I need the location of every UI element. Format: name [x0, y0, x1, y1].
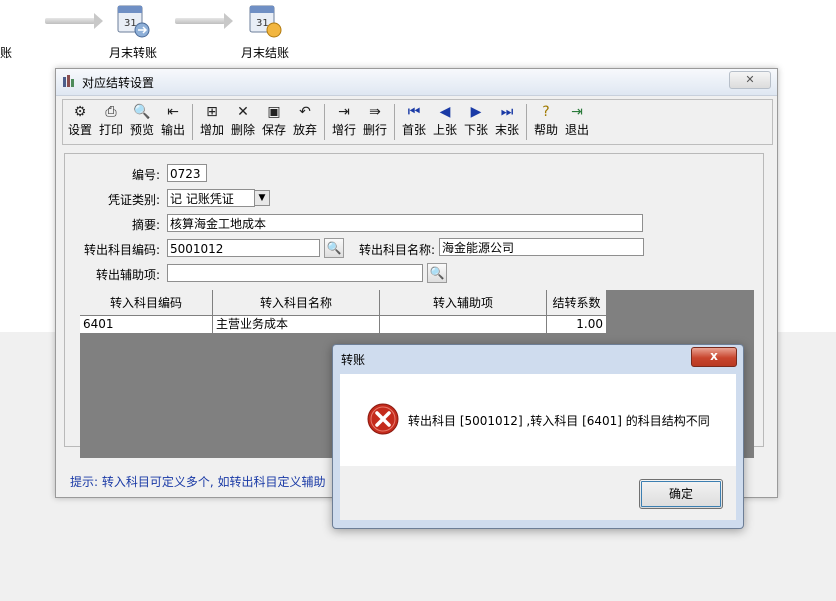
grid-header-name[interactable]: 转入科目名称	[213, 290, 380, 316]
delete-row-button[interactable]: ⇛ 删行	[360, 102, 390, 142]
svg-text:31: 31	[124, 18, 137, 29]
workflow-left-partial-label: 账	[0, 46, 13, 60]
toolbar: ⚙ 设置 ⎙ 打印 🔍 预览 ⇤ 输出 ⊞ 增加 ✕ 删除 ▣ 保存 ↶ 放弃 ⇥ 增行 ⇛ 删行 …	[62, 99, 773, 145]
summary-input[interactable]: 核算海金工地成本	[167, 214, 643, 232]
summary-label: 摘要:	[131, 218, 160, 232]
table-cell-code[interactable]: 6401	[80, 316, 213, 334]
month-end-transfer-icon[interactable]: 31	[115, 2, 151, 40]
first-record-button[interactable]: ⏮ 首张	[399, 102, 429, 142]
grid-header-code[interactable]: 转入科目编码	[80, 290, 213, 316]
dialog-body: 转出科目 [5001012] ,转入科目 [6401] 的科目结构不同	[340, 374, 736, 466]
toolbar-separator	[526, 104, 527, 140]
window-titlebar[interactable]: 对应结转设置 ✕	[56, 69, 777, 96]
workflow-arrow	[45, 13, 103, 29]
hint-text: 提示: 转入科目可定义多个, 如转出科目定义辅助	[70, 475, 326, 489]
undo-icon: ↶	[299, 104, 311, 120]
month-end-close-icon[interactable]: 31	[247, 2, 283, 40]
last-icon: ⏭	[500, 104, 514, 120]
last-record-button[interactable]: ⏭ 末张	[492, 102, 522, 142]
toolbar-separator	[324, 104, 325, 140]
out-account-name-label: 转出科目名称:	[358, 243, 435, 257]
insert-row-icon: ⇥	[338, 104, 350, 120]
add-row-button[interactable]: ⇥ 增行	[329, 102, 359, 142]
save-button[interactable]: ▣ 保存	[259, 102, 289, 142]
svg-text:31: 31	[256, 18, 269, 29]
error-icon	[367, 403, 399, 435]
out-account-code-input[interactable]: 5001012	[167, 239, 320, 257]
help-icon: ?	[542, 104, 550, 120]
dialog-message: 转出科目 [5001012] ,转入科目 [6401] 的科目结构不同	[408, 414, 710, 428]
out-aux-label: 转出辅助项:	[95, 268, 160, 282]
out-aux-input[interactable]	[167, 264, 423, 282]
next-record-button[interactable]: ▶ 下张	[461, 102, 491, 142]
transfer-error-dialog: 转账 x 转出科目 [5001012] ,转入科目 [6401] 的科目结构不同…	[332, 344, 744, 529]
first-icon: ⏮	[407, 104, 421, 120]
prev-record-button[interactable]: ◀ 上张	[430, 102, 460, 142]
code-label: 编号:	[131, 168, 160, 182]
add-button[interactable]: ⊞ 增加	[197, 102, 227, 142]
search-icon[interactable]: 🔍	[427, 263, 447, 283]
export-icon: ⇤	[167, 104, 179, 120]
exit-icon: ⇥	[571, 104, 583, 120]
dialog-close-button[interactable]: x	[691, 347, 737, 367]
ok-button[interactable]: 确定	[639, 479, 723, 509]
help-button[interactable]: ? 帮助	[531, 102, 561, 142]
discard-button[interactable]: ↶ 放弃	[290, 102, 320, 142]
table-cell-aux[interactable]	[380, 316, 547, 334]
window-close-button[interactable]: ✕	[729, 71, 771, 89]
next-icon: ▶	[470, 104, 482, 120]
toolbar-separator	[394, 104, 395, 140]
preview-icon: 🔍	[133, 104, 151, 120]
settings-icon: ⚙	[73, 104, 87, 120]
table-cell-name[interactable]: 主营业务成本	[213, 316, 380, 334]
dialog-footer: 确定	[340, 466, 736, 520]
table-cell-coef[interactable]: 1.00	[547, 316, 607, 334]
new-document-icon: ⊞	[206, 104, 218, 120]
exit-button[interactable]: ⇥ 退出	[562, 102, 592, 142]
voucher-type-select[interactable]: 记 记账凭证	[167, 189, 255, 207]
chevron-down-icon[interactable]: ▼	[254, 190, 270, 206]
toolbar-separator	[192, 104, 193, 140]
delete-row-icon: ⇛	[369, 104, 381, 120]
delete-button[interactable]: ✕ 删除	[228, 102, 258, 142]
out-account-code-label: 转出科目编码:	[83, 243, 160, 257]
workflow-step-transfer-label[interactable]: 月末转账	[88, 44, 178, 61]
grid-header-coef[interactable]: 结转系数	[547, 290, 607, 316]
export-button[interactable]: ⇤ 输出	[158, 102, 188, 142]
delete-icon: ✕	[237, 104, 249, 120]
save-icon: ▣	[267, 104, 281, 120]
preview-button[interactable]: 🔍 预览	[127, 102, 157, 142]
printer-icon: ⎙	[105, 104, 117, 120]
workflow-arrow	[175, 13, 233, 29]
search-icon[interactable]: 🔍	[324, 238, 344, 258]
code-input[interactable]: 0723	[167, 164, 207, 182]
out-account-name-input[interactable]: 海金能源公司	[439, 238, 644, 256]
window-title: 对应结转设置	[82, 76, 155, 90]
app-icon	[62, 74, 76, 88]
settings-button[interactable]: ⚙ 设置	[65, 102, 95, 142]
print-button[interactable]: ⎙ 打印	[96, 102, 126, 142]
prev-icon: ◀	[439, 104, 451, 120]
dialog-title: 转账	[341, 353, 366, 367]
grid-header-aux[interactable]: 转入辅助项	[380, 290, 547, 316]
workflow-step-close-label[interactable]: 月末结账	[220, 44, 310, 61]
voucher-type-label: 凭证类别:	[107, 193, 160, 207]
